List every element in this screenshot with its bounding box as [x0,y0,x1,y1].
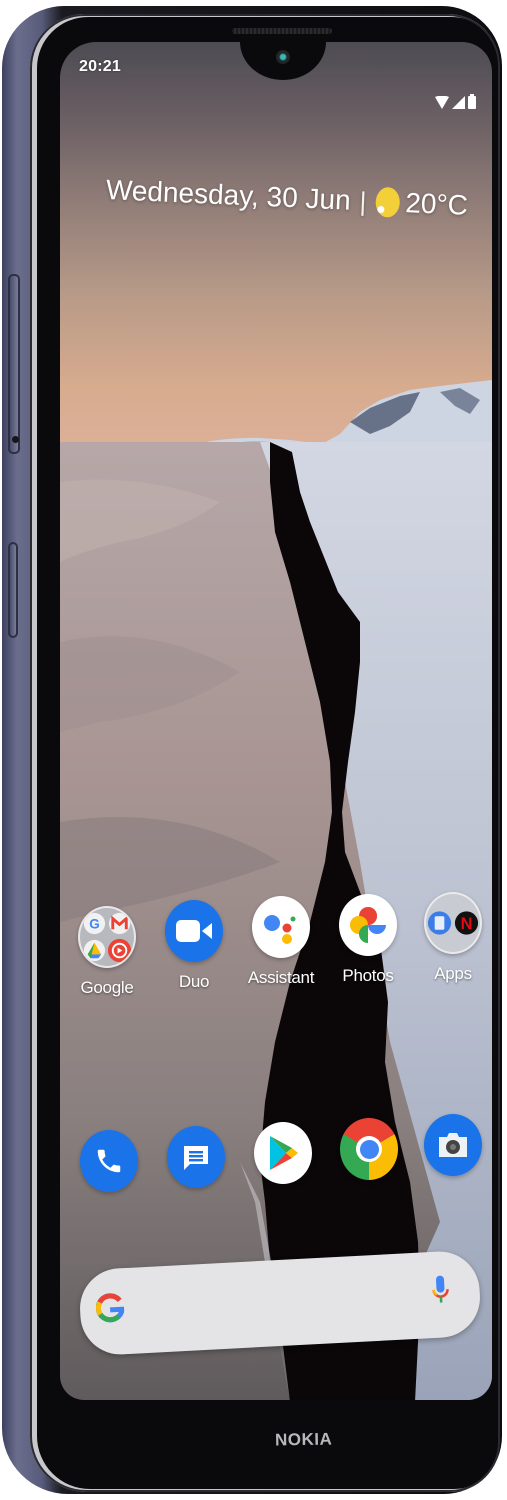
app-photos[interactable]: Photos [325,894,411,986]
svg-text:G: G [89,916,100,931]
app-apps-folder[interactable]: N Apps [410,892,492,984]
play-store-icon [254,1122,312,1184]
dock-play-store[interactable] [240,1122,326,1184]
volume-button[interactable] [8,542,18,638]
temperature-label[interactable]: 20°C [405,187,469,222]
battery-icon [468,94,476,109]
app-label: Apps [434,964,472,983]
phone-icon [80,1130,138,1192]
apps-folder-icon: N [424,892,482,954]
home-screen: 20:21 Wednesday, 30 Jun | 20°C G Google … [60,42,492,1400]
duo-icon [165,900,223,962]
app-assistant[interactable]: Assistant [238,896,324,988]
nokia-logo: NOKIA [274,1429,333,1450]
google-folder-icon: G [78,906,136,968]
dock-chrome[interactable] [326,1118,412,1180]
app-label: Photos [342,966,394,985]
app-label: Google [80,978,134,997]
assistant-icon [252,896,310,958]
messages-icon [167,1126,225,1188]
dock-phone[interactable] [66,1130,152,1192]
wallpaper [60,42,492,1400]
app-label: Duo [178,972,210,991]
dock-camera[interactable] [410,1114,492,1176]
front-camera-icon [276,50,290,64]
wifi-icon [435,96,449,109]
cellular-signal-icon [452,96,465,109]
earpiece-speaker [232,28,332,34]
camera-icon [424,1114,482,1176]
glance-separator: | [359,185,368,216]
google-g-icon[interactable] [95,1292,125,1323]
camera-notch [240,42,326,80]
mic-icon[interactable] [431,1275,451,1306]
svg-text:N: N [461,915,473,933]
photos-icon [339,894,397,956]
status-icons [435,94,476,109]
power-button[interactable] [8,274,20,454]
fingerprint-sensor [12,436,19,443]
app-duo[interactable]: Duo [151,900,237,992]
app-google-folder[interactable]: G Google [64,906,150,998]
dock-messages[interactable] [153,1126,239,1188]
app-label: Assistant [247,968,315,987]
status-bar: 20:21 [60,42,492,109]
partly-sunny-icon [374,186,401,218]
chrome-icon [340,1118,398,1180]
status-time: 20:21 [79,58,121,75]
